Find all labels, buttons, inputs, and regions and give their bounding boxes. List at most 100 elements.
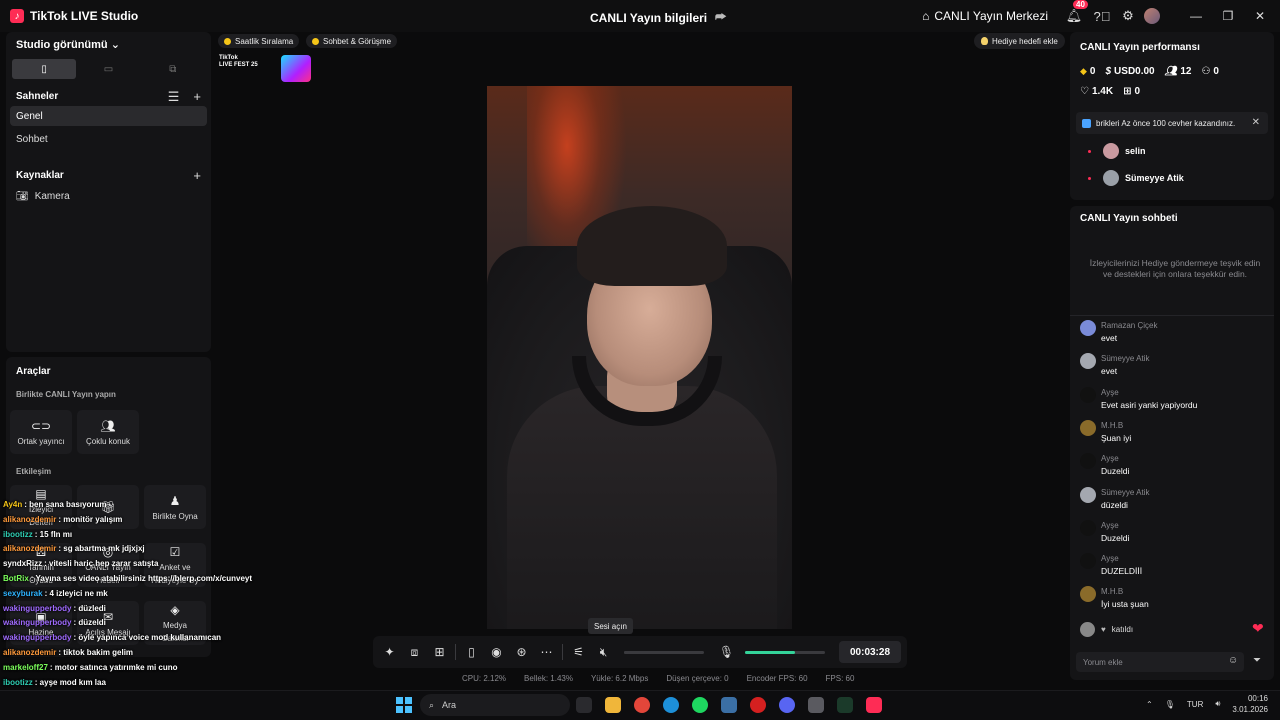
chat-message[interactable]: Ramazan Çiçek evet (1080, 320, 1270, 350)
live-info-button[interactable]: CANLI Yayın bilgileri ⮫ (590, 10, 726, 25)
overlay-chat-text: : düzeldi (73, 618, 106, 628)
profile-avatar[interactable] (1144, 8, 1160, 24)
co-host-button[interactable]: ⊂⊃ Ortak yayıncı (10, 410, 72, 454)
chat-username: Ramazan Çiçek (1101, 321, 1158, 330)
chat-message[interactable]: Ayşe DUZELDİİİ (1080, 553, 1270, 583)
help-icon[interactable]: ?⃝ (1092, 6, 1112, 26)
volume-slider[interactable] (624, 650, 704, 654)
fest-line1: TikTok (219, 55, 238, 61)
top-viewer-item[interactable]: Sümeyye Atik (1088, 170, 1184, 186)
close-notice-icon[interactable]: ✕ (1252, 117, 1260, 128)
share-icon[interactable]: ⮫ (715, 10, 726, 25)
chat-message[interactable]: M.H.B İyi usta şuan (1080, 586, 1270, 616)
overlay-chat-line: wakingupperbody: düzeldi (3, 618, 106, 627)
chrome-icon[interactable] (634, 697, 650, 713)
minimize-button[interactable]: — (1180, 0, 1212, 32)
layout-icon[interactable]: ⊞ (427, 640, 452, 664)
speaker-muted-icon[interactable]: 🔇︎ (591, 640, 616, 664)
viewer-avatar (1103, 170, 1119, 186)
settings-gear-icon[interactable]: ⚙ (1118, 6, 1138, 26)
close-window-button[interactable]: ✕ (1244, 0, 1276, 32)
like-heart-icon[interactable]: ❤ (1252, 620, 1264, 637)
kick-icon[interactable] (837, 697, 853, 713)
language-indicator[interactable]: TUR (1187, 700, 1203, 709)
studio-panel: Studio görünümü ⌄ ▯ ▭ ⧉ Sahneler ☰ + Gen… (6, 32, 211, 352)
right-panel: CANLI Yayın performansı ◆ 0 $ USD0.00 👥︎ 12… (1070, 32, 1274, 680)
spotify-icon[interactable] (692, 697, 708, 713)
chat-message[interactable]: Ayşe Evet asiri yanki yapiyordu (1080, 386, 1270, 417)
chat-call-chip[interactable]: Sohbet & Görüşme (306, 34, 398, 48)
maximize-button[interactable]: ❐ (1212, 0, 1244, 32)
chat-message[interactable]: Ayşe Duzeldi (1080, 453, 1270, 483)
hourly-ranking-chip[interactable]: Saatlik Sıralama (218, 34, 300, 48)
opera-icon[interactable] (750, 697, 766, 713)
more-icon[interactable]: ⋯ (534, 640, 559, 664)
dual-view-tab[interactable]: ⧉ (141, 59, 205, 79)
overlay-chat-user: syndxRizz (3, 559, 43, 569)
overlay-chat-user: sexyburak (3, 588, 43, 598)
record-icon[interactable]: ◉ (484, 640, 509, 664)
viewer-name: selin (1125, 146, 1146, 156)
overlay-chat-text: : vitesli hariç hep zarar satışta (44, 559, 159, 569)
landscape-view-tab[interactable]: ▭ (76, 59, 140, 79)
scene-item-genel[interactable]: Genel (10, 106, 207, 126)
notice-icon (1082, 118, 1091, 128)
notification-bell-icon[interactable]: 🔔︎ 40 (1064, 0, 1088, 26)
overlay-chat-user: wakingupperbody (3, 603, 72, 613)
studio-view-dropdown[interactable]: Studio görünümü ⌄ (16, 38, 120, 51)
users-icon: 👥︎ (100, 418, 116, 433)
top-viewer-item[interactable]: selin (1088, 143, 1146, 159)
chat-message[interactable]: Sümeyye Atik düzeldi (1080, 486, 1270, 517)
overlay-chat-user: alikanozdemir (3, 544, 57, 554)
encoder-fps-stat: Encoder FPS: 60 (746, 674, 808, 683)
app-icon[interactable] (808, 697, 824, 713)
rank-dot (1088, 176, 1091, 180)
microphone-icon[interactable]: 🎙︎ (714, 640, 739, 664)
scene-item-sohbet[interactable]: Sohbet (10, 129, 207, 149)
steam-icon[interactable] (721, 697, 737, 713)
usd-stat: $ USD0.00 (1105, 66, 1154, 77)
emoji-icon[interactable]: ☺ (1228, 655, 1238, 666)
volume-tray-icon[interactable]: 🔊︎ (1215, 699, 1220, 709)
mic-slider[interactable] (745, 650, 825, 654)
tools-title: Araçlar (16, 366, 51, 377)
file-explorer-icon[interactable] (605, 697, 621, 713)
magic-wand-icon[interactable]: ✦ (377, 640, 402, 664)
tiktok-live-studio-taskbar-icon[interactable] (866, 697, 882, 713)
chat-text: evet (1101, 333, 1118, 343)
portrait-view-tab[interactable]: ▯ (12, 59, 77, 79)
mixer-icon[interactable]: ⚟ (566, 640, 591, 664)
effects-icon[interactable]: ⧈ (402, 640, 427, 664)
comment-input[interactable]: Yorum ekle (1076, 652, 1244, 672)
taskbar-search[interactable]: ⌕ Ara (420, 694, 570, 716)
overlay-chat-user: markeloff27 (3, 662, 48, 672)
clock-time: 00:16 (1247, 694, 1268, 703)
windows-start-icon[interactable] (396, 697, 412, 713)
system-tray: ⌃ 🎙︎ TUR 🔊︎ 00:16 3.01.2026 (1146, 693, 1268, 715)
live-center-button[interactable]: ⌂ CANLI Yayın Merkezi (922, 9, 1048, 23)
performance-stats-row: ◆ 0 $ USD0.00 👥︎ 12 ⚇ 0 (1080, 66, 1219, 77)
discord-icon[interactable] (779, 697, 795, 713)
replay-icon[interactable]: ⊛ (509, 640, 534, 664)
edge-icon[interactable] (663, 697, 679, 713)
live-fest-badge-icon[interactable] (281, 55, 311, 82)
list-icon[interactable]: ☰ (168, 89, 180, 105)
task-view-icon[interactable] (576, 697, 592, 713)
filter-icon[interactable]: ⏷ (1253, 655, 1261, 666)
chat-user-avatar (1080, 353, 1096, 370)
viewer-avatar (1103, 143, 1119, 159)
add-source-icon[interactable]: + (193, 168, 201, 183)
chevron-up-icon[interactable]: ⌃ (1146, 700, 1153, 709)
chat-username: Ayşe (1101, 520, 1119, 530)
multi-guest-button[interactable]: 👥︎ Çoklu konuk (77, 410, 139, 454)
add-scene-icon[interactable]: + (193, 89, 201, 105)
chat-message[interactable]: M.H.B Şuan iyi (1080, 419, 1270, 450)
source-item-camera[interactable]: 📷︎ Kamera (16, 191, 70, 202)
performance-panel: CANLI Yayın performansı ◆ 0 $ USD0.00 👥︎ 12… (1070, 32, 1274, 200)
clock[interactable]: 00:16 3.01.2026 (1232, 693, 1268, 715)
chat-message[interactable]: Ayşe Duzeldi (1080, 519, 1270, 550)
add-gift-goal-chip[interactable]: Hediye hedefi ekle (974, 33, 1065, 49)
microphone-tray-icon[interactable]: 🎙︎ (1165, 700, 1175, 709)
chat-message[interactable]: Sümeyye Atik evet (1080, 353, 1270, 383)
phone-icon[interactable]: ▯ (459, 640, 484, 664)
